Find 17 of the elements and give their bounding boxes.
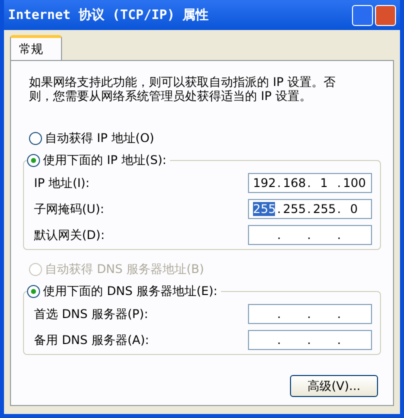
ip-address-field[interactable]: . . . <box>248 304 372 324</box>
field-label: 备用 DNS 服务器(A): <box>34 332 150 348</box>
ip-address-field[interactable]: 192. 168. 1 . 100 <box>248 173 372 193</box>
field-label: IP 地址(I): <box>34 174 90 192</box>
radio-button[interactable]: 自动获得 IP 地址(O) <box>29 129 381 147</box>
tab[interactable]: 常规 <box>10 35 62 60</box>
description: 如果网络支持此功能，则可以获取自动指派的 IP 设置。否则，您需要从网络系统管理员处获得适当的 IP 设置。 <box>29 75 336 103</box>
ip-address-field[interactable]: . . . <box>248 330 372 350</box>
field-label: 首选 DNS 服务器(P): <box>34 306 148 322</box>
field-label: 子网掩码(U): <box>34 200 104 218</box>
field-label: 默认网关(D): <box>34 226 105 244</box>
window-title: Internet 协议 (TCP/IP) 属性 <box>8 6 209 24</box>
advanced-button[interactable]: 高级(V)... <box>290 375 378 397</box>
radio-button[interactable]: 使用下面的 IP 地址(S): <box>27 151 166 169</box>
radio-button[interactable]: 使用下面的 DNS 服务器地址(E): <box>27 282 218 300</box>
ip-address-field[interactable]: . . . <box>248 225 372 245</box>
ip-address-field[interactable]: 255. 255. 255. 0 <box>248 199 372 219</box>
